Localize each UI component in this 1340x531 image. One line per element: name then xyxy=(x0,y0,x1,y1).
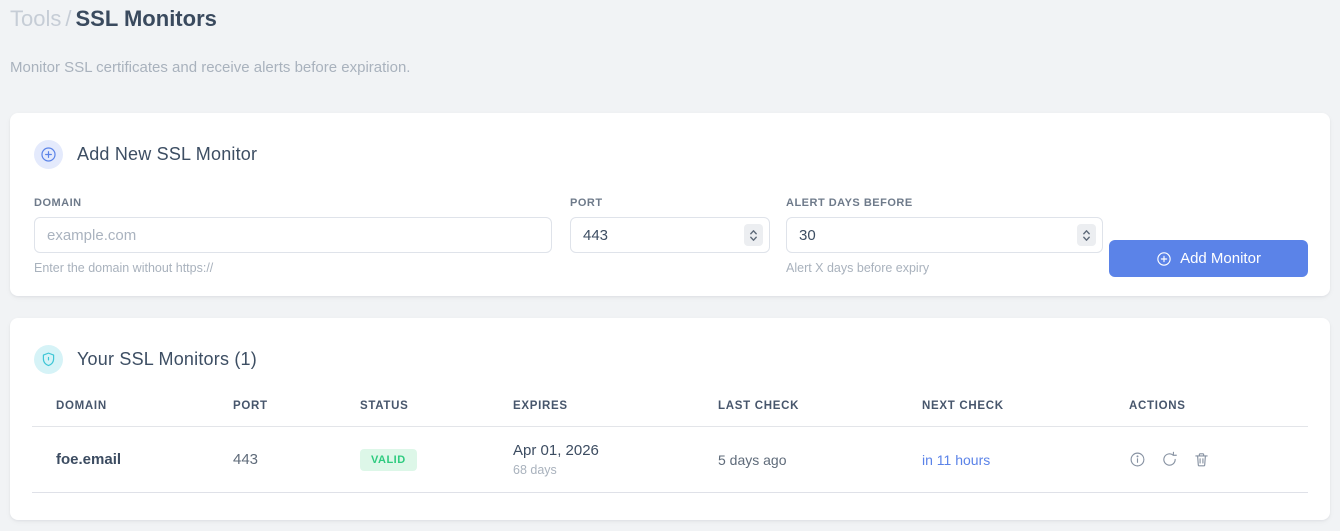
col-header-port: PORT xyxy=(233,400,360,427)
alert-days-label: ALERT DAYS BEFORE xyxy=(786,197,913,209)
col-header-actions: ACTIONS xyxy=(1129,400,1308,427)
alert-days-field-group: ALERT DAYS BEFORE Alert X days before ex… xyxy=(786,197,1103,275)
domain-input[interactable] xyxy=(34,217,552,253)
breadcrumb-separator: / xyxy=(65,6,72,31)
refresh-icon[interactable] xyxy=(1161,451,1178,468)
port-input[interactable] xyxy=(570,217,770,253)
expires-date: Apr 01, 2026 xyxy=(513,442,599,459)
add-monitor-card-header: Add New SSL Monitor xyxy=(34,140,257,169)
monitor-next-check[interactable]: in 11 hours xyxy=(922,426,1129,493)
add-monitor-button-label: Add Monitor xyxy=(1180,250,1261,267)
col-header-last-check: LAST CHECK xyxy=(718,400,922,427)
breadcrumb-tools-link[interactable]: Tools xyxy=(10,6,61,31)
info-icon[interactable] xyxy=(1129,451,1146,468)
status-badge: VALID xyxy=(360,448,417,471)
ssl-monitors-card-header: Your SSL Monitors (1) xyxy=(34,345,257,374)
monitor-actions-cell xyxy=(1129,426,1308,493)
port-label: PORT xyxy=(570,197,603,209)
col-header-status: STATUS xyxy=(360,400,513,427)
col-header-next-check: NEXT CHECK xyxy=(922,400,1129,427)
breadcrumb: Tools / SSL Monitors xyxy=(10,6,217,32)
page-title: SSL Monitors xyxy=(75,6,217,31)
alert-days-input[interactable] xyxy=(786,217,1103,253)
domain-label: DOMAIN xyxy=(34,197,82,209)
plus-circle-icon xyxy=(1156,251,1172,267)
col-header-expires: EXPIRES xyxy=(513,400,718,427)
monitor-domain: foe.email xyxy=(32,426,233,493)
add-monitor-title: Add New SSL Monitor xyxy=(77,144,258,164)
domain-helper-text: Enter the domain without https:// xyxy=(34,261,214,275)
plus-circle-icon xyxy=(34,140,63,169)
ssl-monitors-title: Your SSL Monitors (1) xyxy=(77,349,257,369)
port-stepper[interactable] xyxy=(744,224,763,246)
alert-days-stepper[interactable] xyxy=(1077,224,1096,246)
page-subtitle: Monitor SSL certificates and receive ale… xyxy=(10,59,411,76)
col-header-domain: DOMAIN xyxy=(32,400,233,427)
alert-days-helper-text: Alert X days before expiry xyxy=(786,261,930,275)
domain-field-group: DOMAIN Enter the domain without https:// xyxy=(34,197,552,275)
monitor-status-cell: VALID xyxy=(360,426,513,493)
table-row: foe.email 443 VALID Apr 01, 2026 68 days… xyxy=(32,426,1308,493)
port-field-group: PORT xyxy=(570,197,770,253)
expires-days-remaining: 68 days xyxy=(513,463,557,477)
shield-icon xyxy=(34,345,63,374)
add-monitor-card: Add New SSL Monitor DOMAIN Enter the dom… xyxy=(10,113,1330,296)
ssl-monitors-card: Your SSL Monitors (1) DOMAIN PORT STATUS… xyxy=(10,318,1330,520)
monitor-last-check: 5 days ago xyxy=(718,426,922,493)
monitor-port: 443 xyxy=(233,426,360,493)
trash-icon[interactable] xyxy=(1193,451,1210,468)
add-monitor-button[interactable]: Add Monitor xyxy=(1109,240,1308,277)
table-header-row: DOMAIN PORT STATUS EXPIRES LAST CHECK NE… xyxy=(32,400,1308,427)
monitors-table: DOMAIN PORT STATUS EXPIRES LAST CHECK NE… xyxy=(32,400,1308,493)
monitor-expires-cell: Apr 01, 2026 68 days xyxy=(513,426,718,493)
